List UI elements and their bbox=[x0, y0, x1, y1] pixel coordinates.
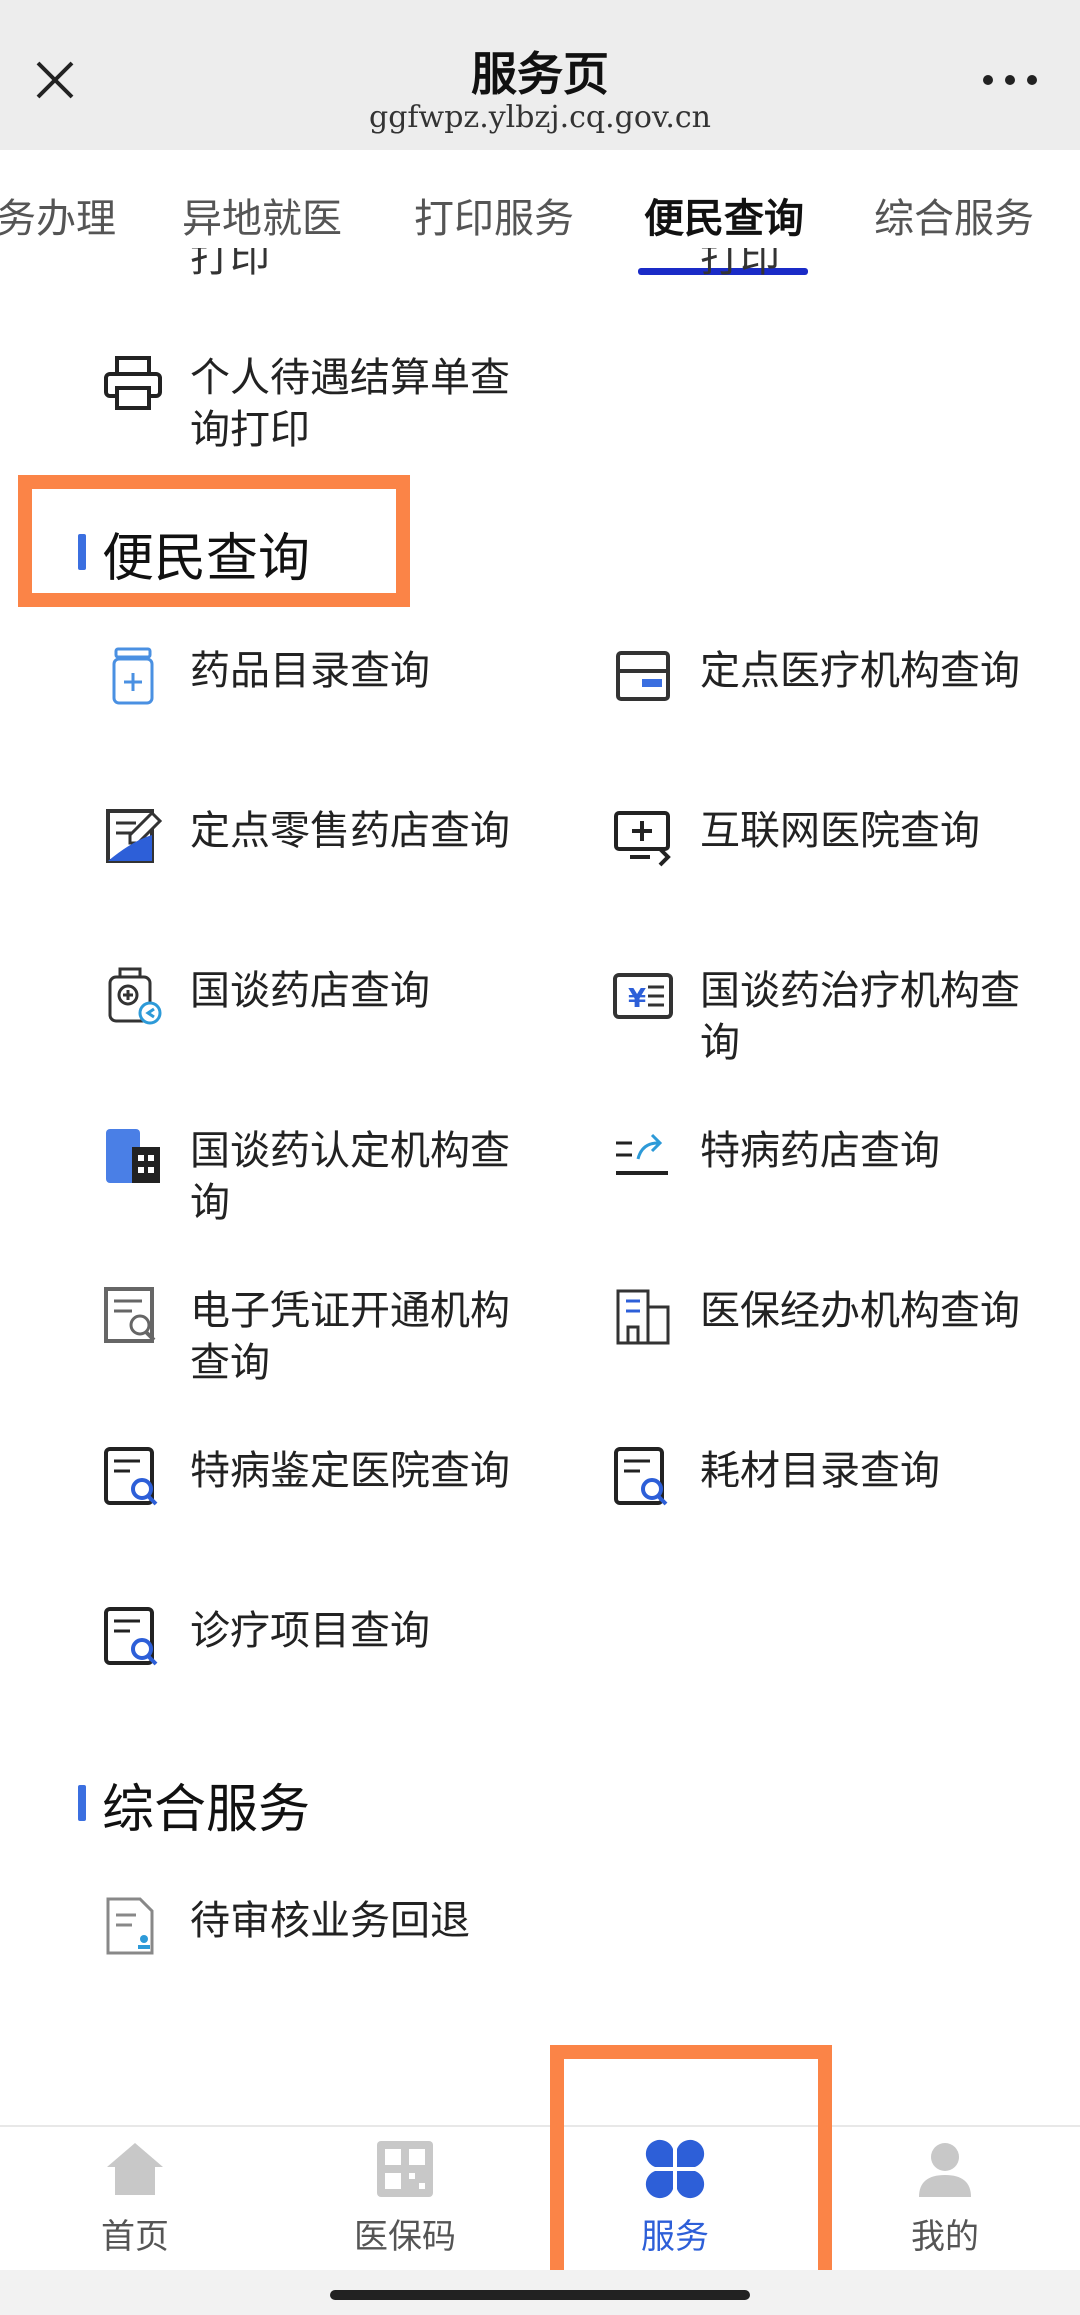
edit-document-icon bbox=[106, 809, 163, 863]
document-stamp-icon bbox=[106, 1897, 154, 1955]
more-icon[interactable] bbox=[980, 70, 1040, 90]
page-title: 服务页 bbox=[471, 47, 609, 101]
tab-remote-medical[interactable]: 异地就医 bbox=[182, 186, 342, 244]
document-search-icon bbox=[104, 1607, 158, 1666]
tab-general-service[interactable]: 综合服务 bbox=[874, 186, 1034, 244]
document-search-icon bbox=[614, 1447, 668, 1506]
highlight-box bbox=[550, 2045, 832, 2285]
item-label: 互联网医院查询 bbox=[700, 808, 980, 854]
section-marker bbox=[78, 1785, 86, 1821]
section-marker bbox=[78, 534, 86, 570]
svg-text:¥: ¥ bbox=[628, 984, 646, 1014]
top-bar: 服务页 ggfwpz.ylbzj.cq.gov.cn bbox=[0, 0, 1080, 150]
clipped-item-label: 打印 bbox=[190, 248, 270, 278]
qr-code-icon bbox=[377, 2141, 433, 2197]
building-icon bbox=[106, 1129, 160, 1183]
item-label: 耗材目录查询 bbox=[700, 1448, 940, 1494]
medicine-bottle-icon bbox=[112, 647, 154, 705]
document-search-icon bbox=[104, 1447, 158, 1506]
nav-label: 医保码 bbox=[354, 2217, 456, 2257]
tab-convenience-query[interactable]: 便民查询 bbox=[644, 186, 804, 244]
nav-home[interactable]: 首页 bbox=[35, 2137, 235, 2258]
tab-business[interactable]: 务办理 bbox=[0, 186, 116, 244]
item-label: 医保经办机构查询 bbox=[700, 1288, 1020, 1334]
pharmacy-icon bbox=[108, 967, 162, 1025]
item-label: 定点医疗机构查询 bbox=[700, 648, 1020, 694]
home-indicator[interactable] bbox=[330, 2290, 750, 2300]
printer-icon bbox=[104, 356, 162, 410]
yen-card-icon: ¥ bbox=[613, 973, 673, 1019]
nav-medical-code[interactable]: 医保码 bbox=[305, 2137, 505, 2258]
item-label: 国谈药店查询 bbox=[190, 968, 430, 1014]
item-label: 国谈药治疗机构查询 bbox=[700, 968, 1020, 1066]
item-label: 国谈药认定机构查询 bbox=[190, 1128, 510, 1226]
document-search-icon bbox=[104, 1287, 156, 1343]
bottom-navigation: 首页 医保码 服务 我的 bbox=[0, 2125, 1080, 2270]
item-label: 药品目录查询 bbox=[190, 648, 430, 694]
nav-label: 首页 bbox=[101, 2217, 169, 2257]
item-label: 特病药店查询 bbox=[700, 1128, 940, 1174]
item-label: 定点零售药店查询 bbox=[190, 808, 510, 854]
office-building-icon bbox=[616, 1289, 670, 1345]
item-label: 电子凭证开通机构查询 bbox=[190, 1288, 510, 1386]
clipped-item-label: 打印 bbox=[700, 248, 780, 278]
nav-label: 我的 bbox=[911, 2217, 979, 2257]
category-tabs: 务办理 异地就医 打印服务 便民查询 综合服务 bbox=[0, 150, 1080, 280]
system-home-area bbox=[0, 2270, 1080, 2315]
item-label: 个人待遇结算单查询打印 bbox=[190, 355, 510, 453]
item-label: 待审核业务回退 bbox=[190, 1898, 470, 1944]
item-label: 诊疗项目查询 bbox=[190, 1608, 430, 1654]
item-label: 特病鉴定医院查询 bbox=[190, 1448, 510, 1494]
page-url: ggfwpz.ylbzj.cq.gov.cn bbox=[369, 100, 711, 135]
share-list-icon bbox=[616, 1133, 668, 1175]
section-title: 便民查询 bbox=[102, 529, 311, 589]
nav-mine[interactable]: 我的 bbox=[845, 2137, 1045, 2258]
section-title: 综合服务 bbox=[102, 1780, 311, 1840]
home-icon bbox=[107, 2143, 163, 2195]
monitor-plus-icon bbox=[614, 811, 671, 867]
tab-print-service[interactable]: 打印服务 bbox=[414, 186, 574, 244]
user-icon bbox=[919, 2143, 971, 2197]
box-icon bbox=[616, 651, 670, 701]
